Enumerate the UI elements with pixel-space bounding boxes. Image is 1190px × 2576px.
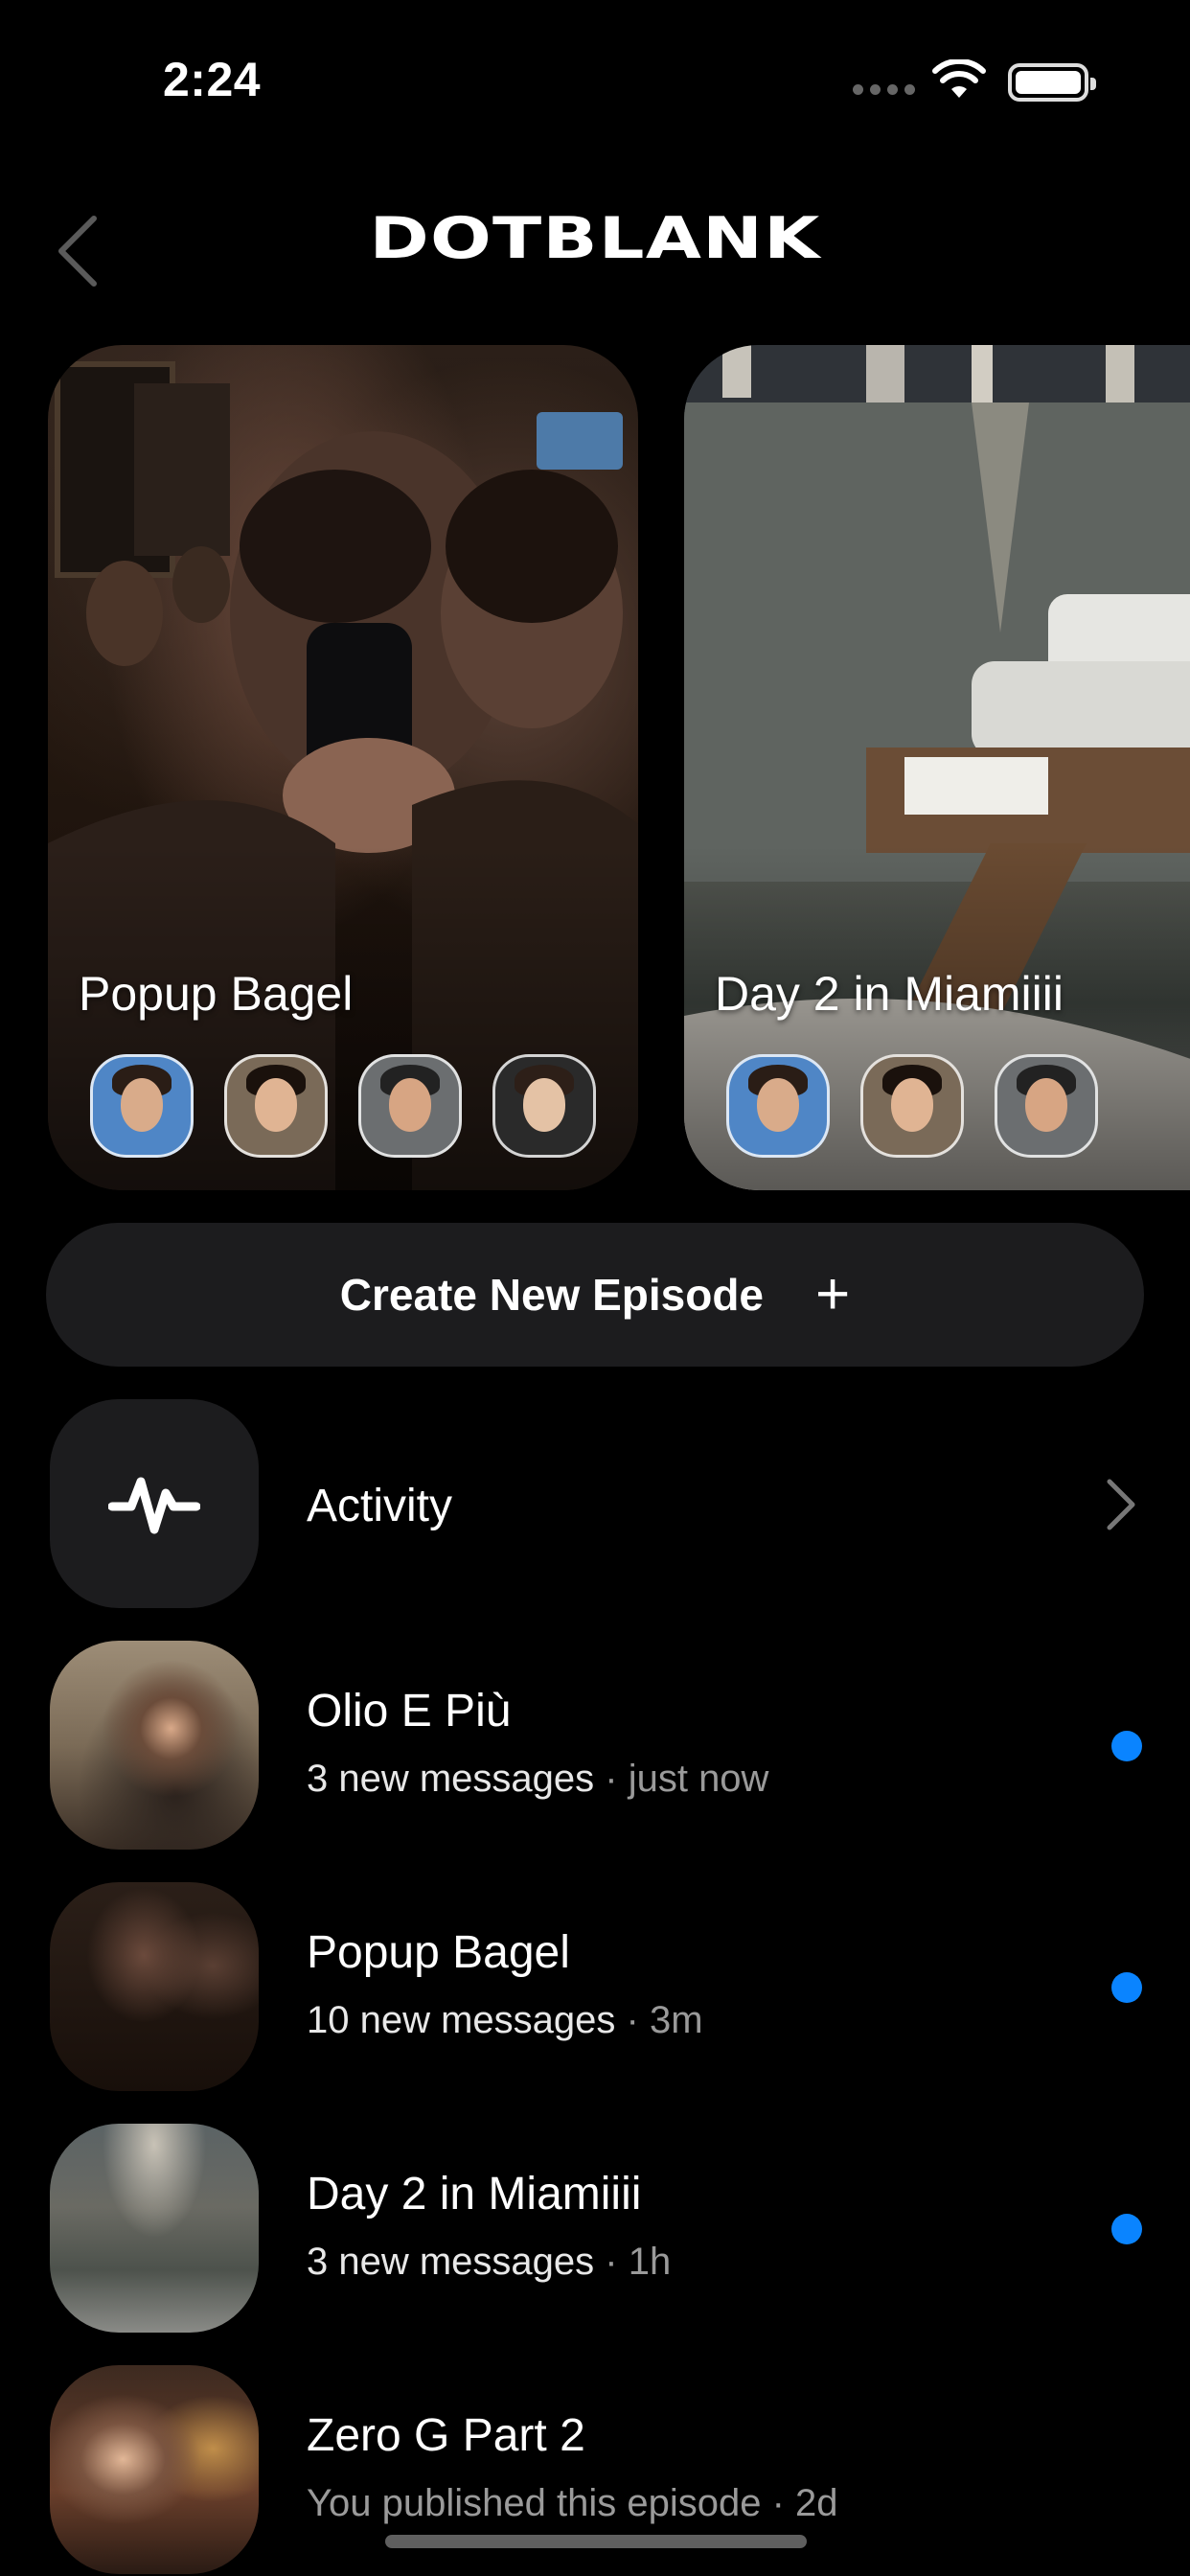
participant-avatar[interactable] bbox=[358, 1054, 462, 1158]
activity-label: Activity bbox=[307, 1481, 453, 1531]
plus-icon: + bbox=[815, 1261, 851, 1327]
list-item[interactable]: Day 2 in Miamiiii 3 new messages · 1h bbox=[0, 2124, 1190, 2336]
episode-thumbnail bbox=[50, 2124, 259, 2333]
episode-card-day-2-in-miamiiii[interactable]: Day 2 in Miamiiii bbox=[684, 345, 1190, 1190]
participant-avatar[interactable] bbox=[492, 1054, 596, 1158]
list-item[interactable]: Olio E Più 3 new messages · just now bbox=[0, 1641, 1190, 1853]
list-item-subtitle: 10 new messages · 3m bbox=[307, 1999, 703, 2042]
create-new-episode-button[interactable]: Create New Episode + bbox=[46, 1223, 1144, 1367]
activity-thumb bbox=[50, 1399, 259, 1608]
timestamp: · just now bbox=[594, 1758, 769, 1800]
unread-dot bbox=[1111, 2214, 1142, 2244]
episode-card-title: Day 2 in Miamiiii bbox=[715, 967, 1064, 1021]
participant-avatar[interactable] bbox=[726, 1054, 830, 1158]
list-item-subtitle: You published this episode · 2d bbox=[307, 2482, 838, 2525]
list-item-title: Popup Bagel bbox=[307, 1927, 570, 1978]
timestamp: · 3m bbox=[615, 1999, 703, 2041]
episode-thumbnail bbox=[50, 1882, 259, 2091]
participant-avatar[interactable] bbox=[995, 1054, 1098, 1158]
battery-icon bbox=[1008, 63, 1096, 102]
activity-pulse-icon bbox=[108, 1477, 200, 1534]
timestamp: · 1h bbox=[594, 2241, 672, 2283]
chevron-right-icon bbox=[1107, 1479, 1135, 1530]
list-item-title: Day 2 in Miamiiii bbox=[307, 2169, 642, 2220]
wifi-icon bbox=[932, 59, 986, 98]
episodes-screen: 2:24 DOTBLANK Popup Bagel Day 2 in Miami… bbox=[0, 0, 1190, 2576]
unread-dot bbox=[1111, 1731, 1142, 1761]
status-time: 2:24 bbox=[163, 53, 262, 106]
published-status: You published this episode · 2d bbox=[307, 2482, 838, 2524]
participant-avatar[interactable] bbox=[860, 1054, 964, 1158]
list-item-subtitle: 3 new messages · 1h bbox=[307, 2241, 671, 2284]
message-count: 3 new messages bbox=[307, 1758, 595, 1800]
list-item-subtitle: 3 new messages · just now bbox=[307, 1758, 768, 1801]
cellular-signal-icon bbox=[853, 84, 915, 95]
participant-avatars bbox=[90, 1054, 596, 1158]
participant-avatar[interactable] bbox=[90, 1054, 194, 1158]
list-item[interactable]: Popup Bagel 10 new messages · 3m bbox=[0, 1882, 1190, 2095]
create-button-label: Create New Episode bbox=[339, 1270, 765, 1320]
participant-avatars bbox=[726, 1054, 1098, 1158]
episode-card-popup-bagel[interactable]: Popup Bagel bbox=[48, 345, 638, 1190]
participant-avatar[interactable] bbox=[224, 1054, 328, 1158]
list-item-title: Zero G Part 2 bbox=[307, 2410, 585, 2461]
message-count: 3 new messages bbox=[307, 2241, 595, 2283]
episode-card-title: Popup Bagel bbox=[79, 967, 354, 1021]
unread-dot bbox=[1111, 1972, 1142, 2003]
episode-thumbnail bbox=[50, 2365, 259, 2574]
activity-row[interactable]: Activity bbox=[0, 1399, 1190, 1612]
episode-thumbnail bbox=[50, 1641, 259, 1850]
home-indicator[interactable] bbox=[385, 2535, 807, 2548]
app-title: DOTBLANK bbox=[369, 205, 821, 272]
message-count: 10 new messages bbox=[307, 1999, 616, 2041]
list-item-title: Olio E Più bbox=[307, 1686, 512, 1736]
